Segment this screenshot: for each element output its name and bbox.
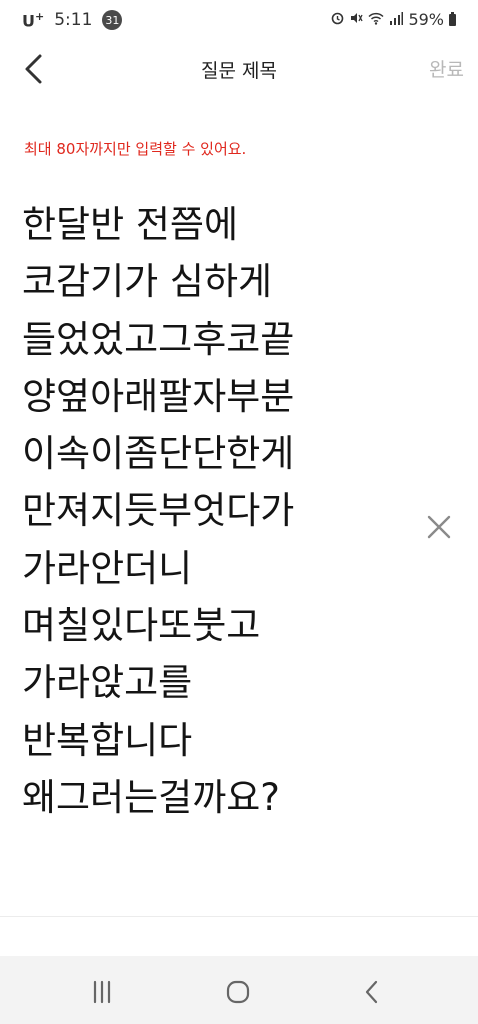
status-left: U+ 5:11 31 (22, 10, 123, 31)
system-nav-bar (0, 956, 478, 1024)
battery-percent: 59% (408, 10, 444, 29)
wifi-icon (368, 12, 384, 28)
mute-icon (349, 11, 364, 28)
notification-count-badge: 31 (102, 10, 123, 31)
close-icon (427, 515, 451, 539)
back-icon (365, 980, 378, 1004)
page-title: 질문 제목 (201, 60, 277, 82)
clear-text-button[interactable] (424, 512, 454, 542)
done-button[interactable]: 완료 (429, 55, 464, 82)
home-icon (226, 980, 250, 1004)
home-button[interactable] (222, 976, 254, 1008)
recents-icon (93, 980, 111, 1004)
recents-button[interactable] (86, 976, 118, 1008)
character-limit-notice: 최대 80자까지만 입력할 수 있어요. (24, 140, 247, 158)
status-bar: U+ 5:11 31 59% (0, 0, 478, 42)
divider (0, 916, 478, 917)
status-time: 5:11 (54, 10, 93, 31)
nav-back-button[interactable] (356, 976, 388, 1008)
alarm-clock-icon (331, 11, 344, 28)
status-right: 59% (331, 10, 456, 29)
signal-icon (389, 11, 404, 28)
carrier-label: U+ (22, 10, 45, 31)
app-header: 질문 제목 완료 (0, 42, 478, 96)
question-title-input[interactable]: 한달반 전쯤에 코감기가 심하게 들었었고그후코끝 양옆아래팔자부분 이속이좀단… (22, 196, 394, 826)
battery-icon (449, 11, 456, 26)
